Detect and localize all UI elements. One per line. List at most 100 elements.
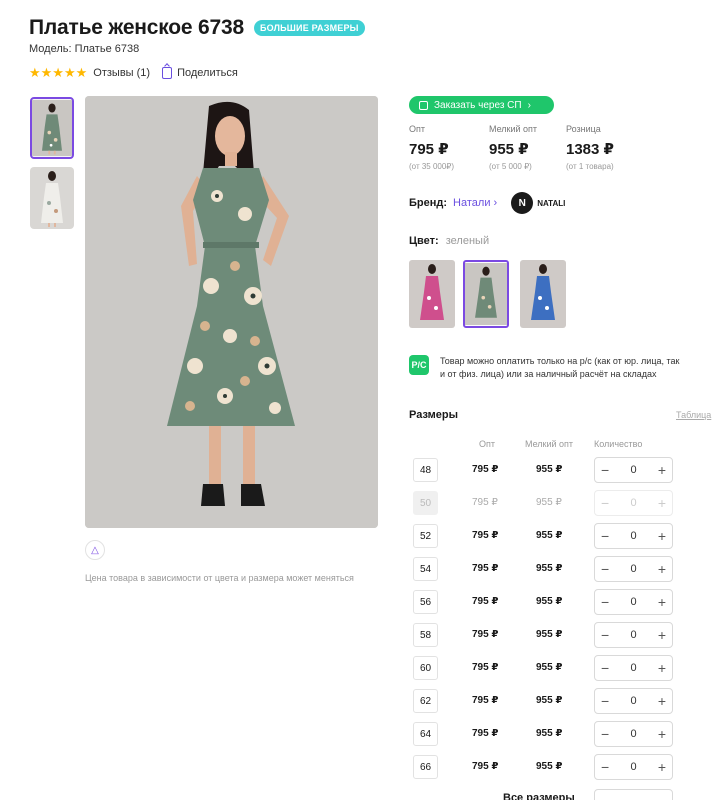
quantity-stepper[interactable]: − 0 + (594, 688, 673, 714)
plus-button[interactable]: + (658, 759, 666, 775)
minus-button[interactable]: − (601, 693, 609, 709)
hanger-icon[interactable]: △ (85, 540, 105, 560)
size-opt-price: 795 ₽ (472, 662, 499, 673)
plus-button[interactable]: + (658, 594, 666, 610)
plus-button[interactable]: + (658, 561, 666, 577)
size-small-opt-price: 955 ₽ (536, 563, 563, 574)
size-label: 48 (413, 458, 438, 482)
price-label: Опт (409, 124, 425, 134)
plus-button[interactable]: + (658, 660, 666, 676)
size-opt-price: 795 ₽ (472, 596, 499, 607)
size-row: 58 795 ₽ 955 ₽ − 0 + (413, 622, 713, 648)
minus-button[interactable]: − (601, 462, 609, 478)
size-small-opt-price: 955 ₽ (536, 695, 563, 706)
quantity-value: 0 (630, 662, 637, 674)
chevron-right-icon: › (527, 99, 531, 111)
brand-link[interactable]: Натали › (453, 197, 497, 209)
color-option-blue[interactable] (520, 260, 566, 328)
quantity-value: 0 (630, 596, 637, 608)
size-label: 66 (413, 755, 438, 779)
quantity-value: 0 (630, 530, 637, 542)
size-small-opt-price: 955 ₽ (536, 728, 563, 739)
size-small-opt-price: 955 ₽ (536, 629, 563, 640)
quantity-stepper[interactable]: − 0 + (594, 721, 673, 747)
size-opt-price: 795 ₽ (472, 464, 499, 475)
size-opt-price: 795 ₽ (472, 497, 498, 508)
rating-stars: ★★★★★ (29, 65, 88, 80)
dress-photo-green (465, 262, 507, 326)
sizes-title: Размеры (409, 409, 459, 421)
plus-button[interactable]: + (658, 726, 666, 742)
size-small-opt-price: 955 ₽ (536, 497, 562, 508)
price-label: Мелкий опт (489, 124, 538, 134)
size-table-link[interactable]: Таблица (676, 410, 711, 420)
plus-button[interactable]: + (658, 528, 666, 544)
product-model: Модель: Платье 6738 (29, 43, 140, 55)
quantity-stepper[interactable]: − 0 + (594, 523, 673, 549)
plus-button[interactable]: + (658, 462, 666, 478)
quantity-stepper[interactable]: − 0 + (594, 655, 673, 681)
minus-button: − (601, 495, 610, 511)
price-label: Розница (566, 124, 601, 134)
brand-row: Бренд: Натали › N NATALI (409, 192, 565, 214)
size-row: 66 795 ₽ 955 ₽ − 0 + (413, 754, 713, 780)
gallery-thumb-2[interactable] (30, 167, 74, 229)
plus-button: + (657, 495, 666, 511)
size-small-opt-price: 955 ₽ (536, 761, 563, 772)
brand-logo[interactable]: N (511, 192, 534, 214)
size-label: 50 (413, 491, 438, 515)
header-small-opt: Мелкий опт (525, 439, 574, 449)
main-product-image[interactable] (85, 96, 378, 528)
minus-button[interactable]: − (601, 726, 609, 742)
reviews-link[interactable]: Отзывы (1) (93, 67, 150, 79)
minus-button[interactable]: − (601, 594, 609, 610)
plus-button[interactable]: + (658, 693, 666, 709)
price-note: Цена товара в зависимости от цвета и раз… (85, 573, 354, 583)
quantity-stepper[interactable]: − 0 + (594, 589, 673, 615)
quantity-stepper: − 0 + (594, 490, 673, 516)
quantity-stepper[interactable]: − 0 + (594, 556, 673, 582)
quantity-stepper[interactable]: − 0 + (594, 754, 673, 780)
order-via-sp-button[interactable]: Заказать через СП › (409, 96, 554, 114)
bag-icon (419, 100, 428, 110)
size-opt-price: 795 ₽ (472, 629, 499, 640)
size-row: 52 795 ₽ 955 ₽ − 0 + (413, 523, 713, 549)
size-row: 64 795 ₽ 955 ₽ − 0 + (413, 721, 713, 747)
size-opt-price: 795 ₽ (472, 695, 499, 706)
minus-button[interactable]: − (601, 528, 609, 544)
header-opt: Опт (479, 439, 495, 449)
price-small-wholesale: Мелкий опт 955 ₽ (от 5 000 ₽) (489, 124, 537, 171)
plus-size-badge[interactable]: БОЛЬШИЕ РАЗМЕРЫ (253, 20, 365, 36)
size-opt-price: 795 ₽ (472, 563, 499, 574)
minus-button[interactable]: − (601, 759, 609, 775)
minus-button[interactable]: − (601, 660, 609, 676)
bank-transfer-icon: Р/С (409, 355, 429, 375)
gallery-thumb-1[interactable] (30, 97, 74, 159)
share-icon (162, 67, 173, 79)
quantity-value: 0 (630, 629, 637, 641)
product-title: Платье женское 6738 (29, 16, 244, 39)
quantity-stepper[interactable]: − 0 + (594, 622, 673, 648)
price-wholesale: Опт 795 ₽ (от 35 000₽) (409, 124, 454, 171)
size-label: 64 (413, 722, 438, 746)
price-threshold: (от 35 000₽) (409, 162, 455, 171)
size-opt-price: 795 ₽ (472, 530, 499, 541)
color-row: Цвет: зеленый (409, 235, 489, 247)
size-small-opt-price: 955 ₽ (536, 596, 563, 607)
quantity-stepper[interactable]: − 0 + (594, 457, 673, 483)
share-button[interactable]: Поделиться (162, 67, 238, 79)
minus-button[interactable]: − (601, 627, 609, 643)
size-row: 60 795 ₽ 955 ₽ − 0 + (413, 655, 713, 681)
plus-button[interactable]: + (658, 627, 666, 643)
size-label: 56 (413, 590, 438, 614)
title-row: Платье женское 6738 БОЛЬШИЕ РАЗМЕРЫ (29, 16, 365, 40)
size-label: 54 (413, 557, 438, 581)
price-value: 1383 ₽ (566, 141, 614, 158)
all-sizes-stepper[interactable] (594, 789, 673, 800)
minus-button[interactable]: − (601, 561, 609, 577)
size-opt-price: 795 ₽ (472, 761, 499, 772)
dress-photo-main (85, 96, 378, 528)
color-option-pink[interactable] (409, 260, 455, 328)
color-option-green[interactable] (463, 260, 509, 328)
price-threshold: (от 5 000 ₽) (489, 162, 532, 171)
